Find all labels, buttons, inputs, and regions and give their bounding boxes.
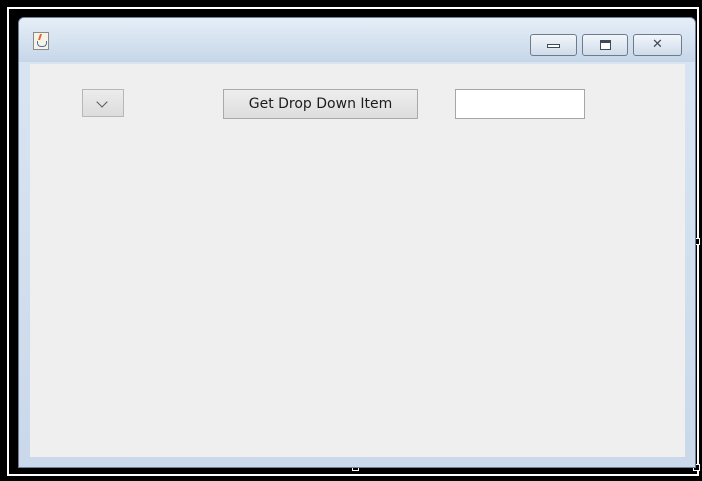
maximize-button[interactable] [582, 34, 628, 56]
minimize-icon [547, 44, 560, 48]
close-icon: ✕ [652, 37, 663, 52]
close-button[interactable]: ✕ [633, 34, 682, 56]
java-cup-icon[interactable] [33, 32, 49, 50]
application-window: ✕ Get Drop Down Item [18, 17, 696, 468]
java-steam-mark [38, 34, 45, 40]
maximize-icon [600, 40, 611, 50]
content-pane: Get Drop Down Item [30, 64, 685, 457]
get-drop-down-item-button[interactable]: Get Drop Down Item [223, 89, 418, 119]
title-bar[interactable]: ✕ [19, 18, 695, 62]
java-cup-mark [37, 41, 47, 47]
chevron-down-icon [96, 96, 108, 108]
dropdown-combobox[interactable] [82, 89, 124, 117]
minimize-button[interactable] [530, 34, 577, 56]
result-text-field[interactable] [455, 89, 585, 119]
